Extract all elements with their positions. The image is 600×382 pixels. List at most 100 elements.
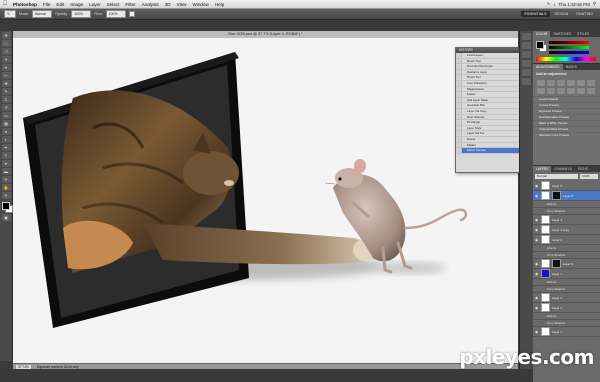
workspace-essentials[interactable]: ESSENTIALS [521, 11, 550, 17]
black-white-icon[interactable] [547, 88, 555, 94]
menu-select[interactable]: Select [104, 2, 123, 7]
vibrance-icon[interactable] [577, 80, 585, 86]
brush-tool-icon[interactable]: ✎ [1, 88, 11, 95]
foreground-color-swatch[interactable] [1, 202, 10, 210]
channel-mixer-icon[interactable] [567, 88, 575, 94]
layer-effect-row[interactable]: Drop Shadow [533, 252, 600, 259]
tab-channels[interactable]: CHANNELS [551, 166, 574, 172]
layer-effect-row[interactable]: Effects [533, 279, 600, 286]
visibility-eye-icon[interactable]: ◉ [535, 238, 539, 242]
menu-edit[interactable]: Edit [53, 2, 67, 7]
brightness-icon[interactable] [537, 80, 545, 86]
tool-preset-picker[interactable]: ✎ [4, 10, 16, 18]
quick-select-tool-icon[interactable]: ✦ [1, 56, 11, 63]
flow-field[interactable]: 100% [105, 10, 126, 18]
red-slider[interactable] [549, 41, 589, 44]
volume-icon[interactable]: ♪ [553, 2, 555, 7]
quick-mask-icon[interactable]: ▣ [1, 214, 11, 221]
layer-row[interactable]: ◉ Layer 2 [533, 303, 600, 313]
history-state[interactable]: Select Canvas [456, 148, 520, 154]
opacity-field[interactable]: 100% [71, 10, 92, 18]
hand-tool-icon[interactable]: ✋ [1, 184, 11, 191]
color-balance-icon[interactable] [537, 88, 545, 94]
layer-mask-thumbnail[interactable] [552, 191, 561, 200]
visibility-eye-icon[interactable]: ◉ [535, 330, 539, 334]
posterize-icon[interactable] [587, 88, 595, 94]
color-swatches[interactable] [1, 202, 13, 213]
tab-adjustments[interactable]: ADJUSTMENTS [533, 64, 563, 70]
healing-tool-icon[interactable]: ✚ [1, 80, 11, 87]
type-tool-icon[interactable]: T [1, 152, 11, 159]
layer-row[interactable]: ◉ Layer 7 [533, 269, 600, 279]
document-canvas[interactable] [13, 38, 518, 363]
layer-row[interactable]: ◉ Layer 5 [533, 293, 600, 303]
zoom-tool-icon[interactable]: ⚲ [1, 192, 11, 199]
exposure-icon[interactable] [567, 80, 575, 86]
layer-row[interactable]: ◉ Layer 4 copy [533, 225, 600, 235]
layer-mask-thumbnail[interactable] [552, 259, 561, 268]
clone-stamp-tool-icon[interactable]: ⎍ [1, 96, 11, 103]
blue-slider[interactable] [549, 51, 589, 54]
eyedropper-tool-icon[interactable]: ✑ [1, 72, 11, 79]
hue-saturation-icon[interactable] [587, 80, 595, 86]
blur-tool-icon[interactable]: ● [1, 128, 11, 135]
brushes-panel-icon[interactable] [522, 51, 531, 58]
move-tool-icon[interactable]: ✥ [1, 32, 11, 39]
visibility-eye-icon[interactable]: ◉ [535, 228, 539, 232]
history-panel-icon[interactable] [522, 33, 531, 40]
mode-select[interactable]: Normal [32, 10, 52, 18]
menu-analysis[interactable]: Analysis [139, 2, 162, 7]
layer-effect-row[interactable]: Drop Shadow [533, 320, 600, 327]
dodge-tool-icon[interactable]: ◐ [1, 136, 11, 143]
layer-effect-row[interactable]: Drop Shadow [533, 286, 600, 293]
marquee-tool-icon[interactable]: □ [1, 40, 11, 47]
adjustment-preset[interactable]: Selective Color Presets [533, 132, 600, 138]
menu-file[interactable]: File [40, 2, 53, 7]
menu-image[interactable]: Image [67, 2, 86, 7]
visibility-eye-icon[interactable]: ◉ [535, 218, 539, 222]
layer-row[interactable]: ◉ Layer 8 [533, 191, 600, 201]
visibility-eye-icon[interactable]: ◉ [535, 296, 539, 300]
blend-mode-select[interactable]: Normal [535, 174, 578, 179]
clone-source-panel-icon[interactable] [522, 60, 531, 67]
3d-rotate-tool-icon[interactable]: ⟳ [1, 176, 11, 183]
visibility-eye-icon[interactable]: ◉ [535, 184, 539, 188]
menu-view[interactable]: View [174, 2, 190, 7]
tab-paths[interactable]: PATHS [575, 166, 591, 172]
layer-row[interactable]: ◉ Layer 4 [533, 235, 600, 245]
layer-effect-row[interactable]: Drop Shadow [533, 208, 600, 215]
apple-icon[interactable]:  [0, 1, 10, 7]
levels-icon[interactable] [547, 80, 555, 86]
gradient-tool-icon[interactable]: ▦ [1, 120, 11, 127]
layer-row[interactable]: ◉ Layer 3 [533, 215, 600, 225]
visibility-eye-icon[interactable]: ◉ [535, 272, 539, 276]
character-panel-icon[interactable] [522, 69, 531, 76]
menu-window[interactable]: Window [189, 2, 211, 7]
spotlight-icon[interactable]: ⚲ [593, 1, 596, 7]
path-select-tool-icon[interactable]: ➤ [1, 160, 11, 167]
paragraph-panel-icon[interactable] [522, 78, 531, 85]
actions-panel-icon[interactable] [522, 42, 531, 49]
menu-layer[interactable]: Layer [86, 2, 104, 7]
menu-3d[interactable]: 3D [162, 2, 174, 7]
layer-row[interactable]: ◉ Layer 1 [533, 327, 600, 337]
eraser-tool-icon[interactable]: ▭ [1, 112, 11, 119]
clock[interactable]: Thu 1:32:56 PM [559, 2, 590, 7]
layer-effect-row[interactable]: Effects [533, 201, 600, 208]
curves-icon[interactable] [557, 80, 565, 86]
photo-filter-icon[interactable] [557, 88, 565, 94]
visibility-eye-icon[interactable]: ◉ [535, 194, 539, 198]
menu-filter[interactable]: Filter [122, 2, 138, 7]
history-brush-tool-icon[interactable]: ↺ [1, 104, 11, 111]
airbrush-toggle[interactable] [128, 11, 135, 17]
lasso-tool-icon[interactable]: ❍ [1, 48, 11, 55]
menu-help[interactable]: Help [212, 2, 227, 7]
green-slider[interactable] [549, 46, 589, 49]
visibility-eye-icon[interactable]: ◉ [535, 262, 539, 266]
color-panel-foreground-swatch[interactable] [536, 41, 544, 49]
crop-tool-icon[interactable]: ⌖ [1, 64, 11, 71]
tab-layers[interactable]: LAYERS [533, 166, 552, 172]
layer-effect-row[interactable]: Effects [533, 245, 600, 252]
layer-effect-row[interactable]: Effects [533, 313, 600, 320]
layer-row[interactable]: ◉ Layer 6 [533, 259, 600, 269]
